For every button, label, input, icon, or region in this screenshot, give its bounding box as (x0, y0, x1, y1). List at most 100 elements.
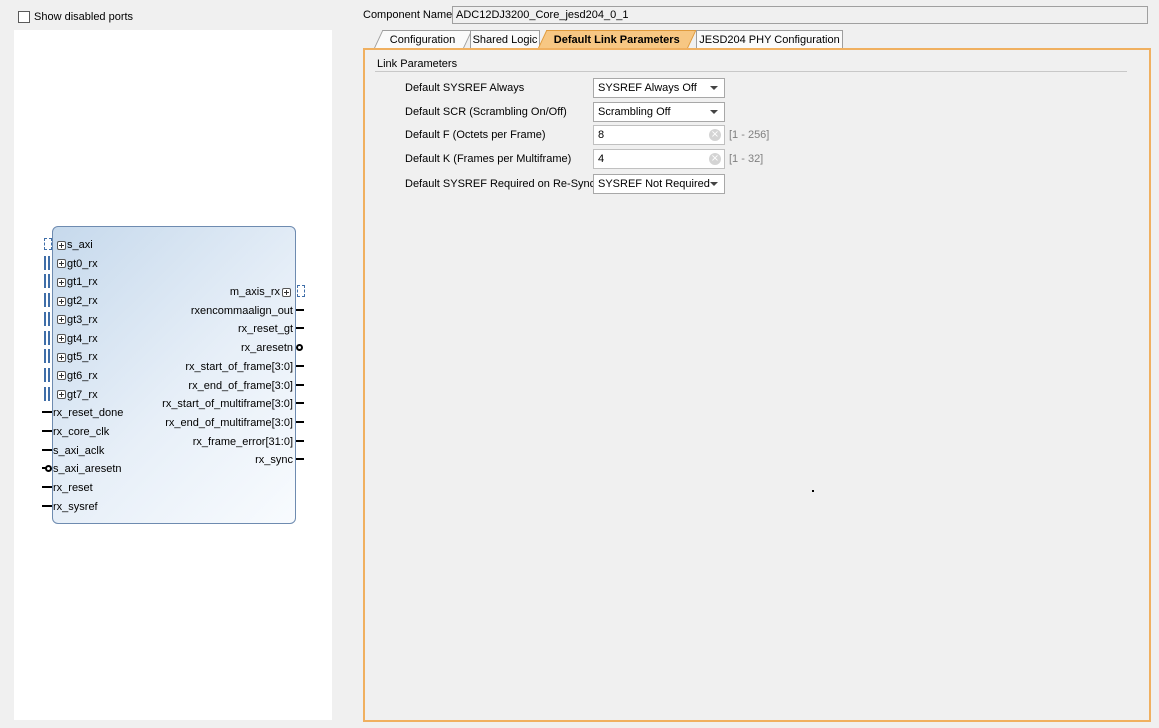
left-port-s-axi-aclk[interactable]: s_axi_aclk (53, 443, 104, 459)
expand-plus-icon[interactable] (57, 259, 66, 269)
port-label: rxencommaalign_out (190, 304, 293, 317)
expand-plus-icon[interactable] (57, 390, 66, 400)
clear-icon[interactable]: × (709, 129, 721, 141)
left-port-s-axi[interactable]: s_axi (53, 237, 93, 253)
port-label: rx_end_of_multiframe[3:0] (165, 416, 293, 429)
sysref-resync-dropdown[interactable]: SYSREF Not Required (593, 174, 725, 194)
right-port-rxencommaalign-out[interactable]: rxencommaalign_out (191, 303, 293, 319)
bus-interface-icon (44, 367, 50, 382)
expand-plus-icon[interactable] (57, 371, 66, 381)
left-port-gt4-rx[interactable]: gt4_rx (53, 331, 98, 347)
axi-interface-icon (297, 285, 305, 297)
port-label: m_axis_rx (229, 286, 280, 298)
left-port-s-axi-aresetn[interactable]: s_axi_aresetn (53, 461, 122, 477)
left-port-gt0-rx[interactable]: gt0_rx (53, 256, 98, 272)
port-label: rx_reset_gt (237, 323, 293, 336)
right-port-rx-start-of-frame-3-0-[interactable]: rx_start_of_frame[3:0] (185, 359, 293, 375)
left-port-rx-reset-done[interactable]: rx_reset_done (53, 405, 123, 421)
expand-plus-icon[interactable] (282, 287, 291, 297)
link-parameters-group-title: Link Parameters (377, 58, 458, 70)
port-label: s_axi_aresetn (53, 463, 122, 476)
clear-icon[interactable]: × (709, 153, 721, 165)
sysref-always-label: Default SYSREF Always (405, 82, 525, 94)
port-label: gt0_rx (67, 257, 98, 270)
port-label: rx_sysref (53, 500, 98, 513)
pin-line (296, 383, 304, 386)
scr-value: Scrambling Off (598, 106, 671, 118)
tab-default-link-parameters[interactable]: Default Link Parameters (537, 30, 697, 49)
port-label: rx_reset_done (53, 407, 124, 420)
port-label: gt2_rx (67, 295, 98, 308)
left-panel-header: Show disabled ports (14, 7, 332, 29)
left-port-gt1-rx[interactable]: gt1_rx (53, 274, 98, 290)
chevron-down-icon (710, 110, 718, 114)
expand-plus-icon[interactable] (57, 240, 66, 250)
component-name-field[interactable]: ADC12DJ3200_Core_jesd204_0_1 (452, 6, 1148, 24)
tab-jesd204-phy-configuration[interactable]: JESD204 PHY Configuration (696, 30, 843, 49)
show-disabled-ports-label[interactable]: Show disabled ports (34, 11, 133, 23)
bus-interface-icon (44, 386, 50, 401)
f-value: 8 (598, 129, 605, 141)
right-port-rx-sync[interactable]: rx_sync (255, 452, 293, 468)
scr-label: Default SCR (Scrambling On/Off) (405, 106, 567, 118)
mouse-cursor-dot (812, 490, 814, 492)
right-port-m-axis-rx[interactable]: m_axis_rx (230, 284, 292, 300)
port-label: gt1_rx (67, 276, 98, 289)
right-port-rx-start-of-multiframe-3-0-[interactable]: rx_start_of_multiframe[3:0] (162, 396, 293, 412)
port-label: rx_start_of_frame[3:0] (185, 360, 293, 373)
group-divider (375, 71, 1127, 72)
scr-dropdown[interactable]: Scrambling Off (593, 102, 725, 122)
left-port-gt5-rx[interactable]: gt5_rx (53, 349, 98, 365)
pin-line (42, 486, 52, 489)
port-label: rx_frame_error[31:0] (192, 435, 293, 448)
left-port-rx-reset[interactable]: rx_reset (53, 480, 93, 496)
left-port-gt3-rx[interactable]: gt3_rx (53, 312, 98, 328)
bus-interface-icon (44, 274, 50, 289)
pin-line (42, 430, 52, 432)
expand-plus-icon[interactable] (57, 352, 66, 362)
expand-plus-icon[interactable] (57, 277, 66, 287)
left-port-gt6-rx[interactable]: gt6_rx (53, 368, 98, 384)
bus-interface-icon (44, 311, 50, 326)
tab-shared-logic[interactable]: Shared Logic (470, 30, 540, 49)
pin-line (42, 467, 46, 470)
port-label: rx_core_clk (53, 426, 110, 438)
pin-line (296, 308, 304, 311)
port-label: gt5_rx (67, 351, 98, 364)
k-input[interactable]: 4 × (593, 149, 725, 169)
pin-line (42, 504, 52, 507)
show-disabled-ports-checkbox[interactable] (18, 11, 30, 23)
f-range: [1 - 256] (729, 129, 770, 141)
right-port-rx-end-of-frame-3-0-[interactable]: rx_end_of_frame[3:0] (188, 378, 293, 394)
tab-configuration[interactable]: Configuration (373, 30, 473, 49)
port-label: rx_sync (255, 454, 293, 467)
left-port-gt2-rx[interactable]: gt2_rx (53, 293, 98, 309)
port-label: gt4_rx (67, 332, 98, 345)
default-link-parameters-panel: Link Parameters Default SYSREF Always SY… (363, 48, 1151, 722)
left-port-rx-sysref[interactable]: rx_sysref (53, 499, 98, 515)
ip-block-symbol[interactable]: s_axi gt0_rx gt1_rx gt2_rx gt3_rx gt4_rx gt5_r… (52, 226, 296, 524)
right-port-rx-end-of-multiframe-3-0-[interactable]: rx_end_of_multiframe[3:0] (165, 415, 293, 431)
pin-line (296, 420, 304, 423)
expand-plus-icon[interactable] (57, 315, 66, 325)
expand-plus-icon[interactable] (57, 296, 66, 306)
port-label: gt6_rx (67, 369, 98, 382)
left-port-rx-core-clk[interactable]: rx_core_clk (53, 424, 109, 440)
bus-interface-icon (44, 255, 50, 270)
port-label: rx_reset (53, 482, 93, 495)
expand-plus-icon[interactable] (57, 334, 66, 344)
sysref-always-dropdown[interactable]: SYSREF Always Off (593, 78, 725, 98)
sysref-resync-value: SYSREF Not Required (598, 178, 710, 190)
right-port-rx-reset-gt[interactable]: rx_reset_gt (238, 321, 293, 337)
left-port-gt7-rx[interactable]: gt7_rx (53, 387, 98, 403)
axi-interface-icon (44, 238, 52, 250)
pin-line (296, 327, 304, 330)
k-value: 4 (598, 153, 605, 165)
right-port-rx-frame-error-31-0-[interactable]: rx_frame_error[31:0] (193, 434, 293, 450)
k-label: Default K (Frames per Multiframe) (405, 153, 572, 165)
f-input[interactable]: 8 × (593, 125, 725, 145)
port-label: gt3_rx (67, 313, 98, 326)
pin-line (296, 439, 304, 442)
port-label: rx_aresetn (241, 342, 293, 355)
right-port-rx-aresetn[interactable]: rx_aresetn (241, 340, 293, 356)
